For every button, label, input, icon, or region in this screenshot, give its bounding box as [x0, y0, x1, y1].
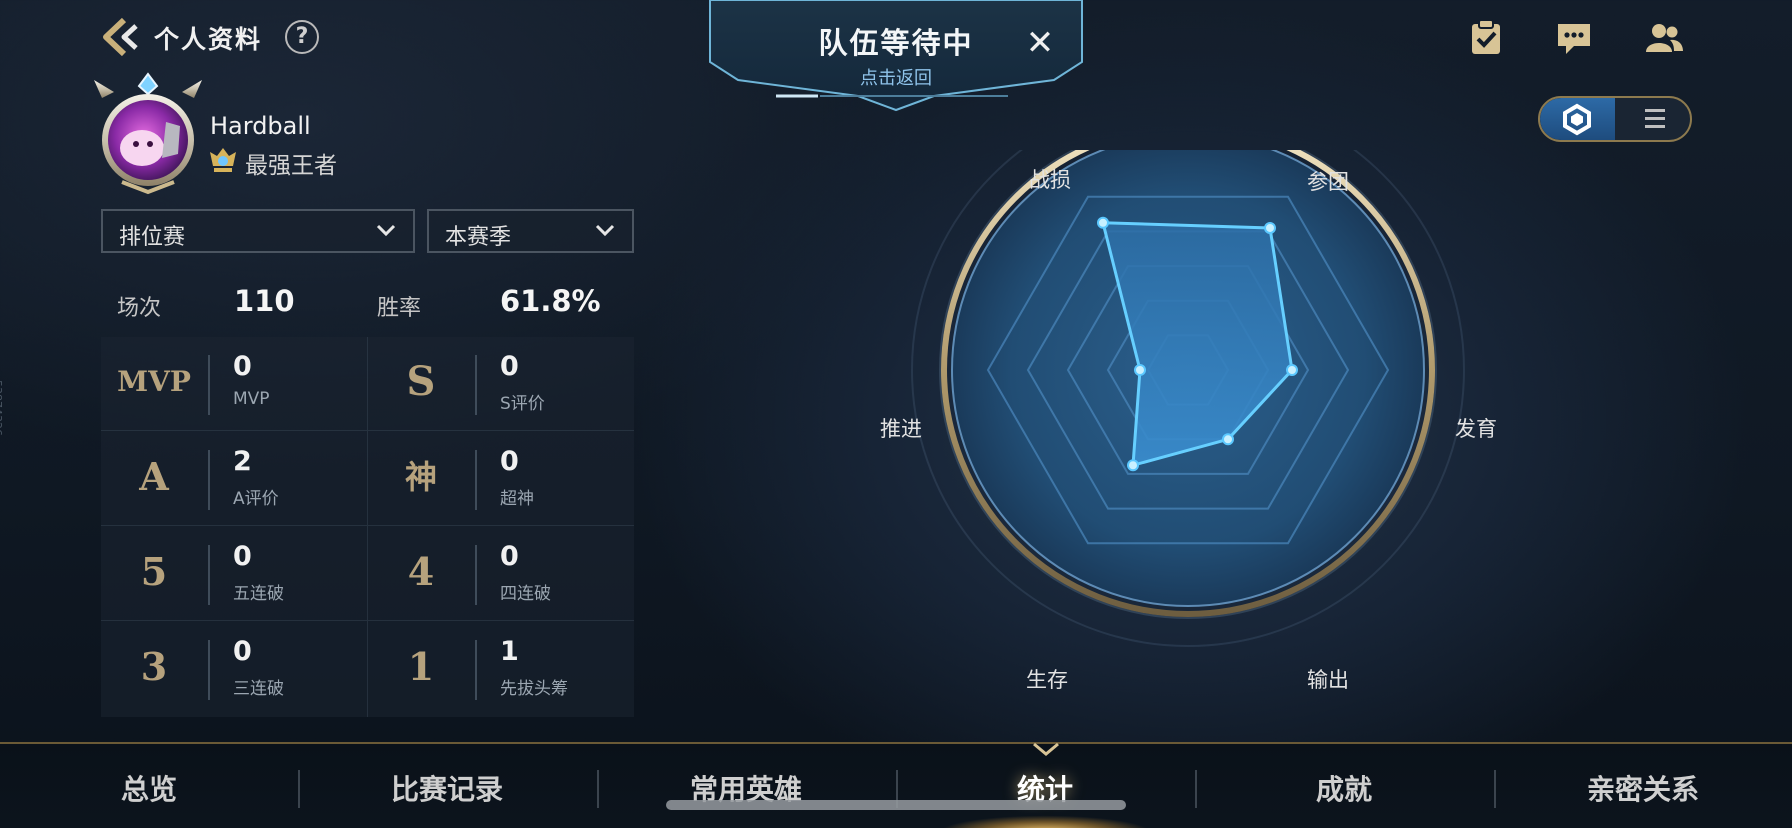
stat-value: 2 — [233, 446, 252, 477]
back-button[interactable] — [100, 16, 142, 58]
stat-value: 0 — [500, 446, 519, 477]
friends-icon[interactable] — [1644, 18, 1684, 58]
avatar[interactable] — [92, 70, 204, 196]
winrate-value: 61.8% — [500, 284, 601, 318]
stat-godlike: 神 0 超神 — [368, 432, 634, 526]
stat-value: 0 — [233, 636, 252, 667]
games-label: 场次 — [117, 296, 162, 321]
stat-label: A评价 — [233, 489, 279, 509]
rank-name: 最强王者 — [245, 153, 337, 179]
tab-match-history[interactable]: 比赛记录 — [298, 768, 596, 808]
cell-divider — [475, 545, 477, 605]
help-icon[interactable]: ? — [285, 20, 319, 54]
bottom-nav: 总览 比赛记录 常用英雄 统计 成就 亲密关系 — [0, 742, 1792, 828]
penta-kill-icon: 5 — [140, 549, 168, 594]
s-rating-icon: S — [406, 358, 436, 405]
a-rating-icon: A — [139, 454, 169, 499]
stat-quadra-kill: 4 0 四连破 — [368, 527, 634, 621]
winrate-label: 胜率 — [377, 296, 422, 321]
radar-chart — [911, 150, 1465, 647]
triple-kill-icon: 3 — [140, 644, 168, 689]
team-banner-return-link[interactable]: 点击返回 — [708, 64, 1084, 90]
cell-divider — [475, 450, 477, 510]
stats-grid: MVP 0 MVP S 0 S评价 A 2 A评价 神 0 超神 5 0 五连破… — [101, 337, 634, 717]
tab-intimate-relations[interactable]: 亲密关系 — [1494, 768, 1792, 808]
radar-label-shuchu: 输出 — [1307, 668, 1349, 692]
cell-divider — [208, 355, 210, 415]
radar-point-5 — [1134, 364, 1146, 376]
tab-overview[interactable]: 总览 — [0, 768, 298, 808]
stat-value: 0 — [233, 351, 252, 382]
first-blood-icon: 1 — [407, 644, 435, 689]
back-arrow-icon — [103, 17, 138, 57]
list-icon — [1645, 109, 1665, 128]
radar-label-tuijin: 推进 — [880, 417, 922, 441]
cell-divider — [208, 545, 210, 605]
quadra-kill-icon: 4 — [407, 549, 435, 594]
stat-a-rating: A 2 A评价 — [101, 432, 367, 526]
godlike-icon: 神 — [404, 458, 437, 496]
radar-label-shengcun: 生存 — [1026, 668, 1068, 692]
radar-view-option[interactable] — [1540, 98, 1615, 140]
player-name: Hardball — [210, 112, 311, 140]
stat-mvp: MVP 0 MVP — [101, 337, 367, 431]
mvp-icon: MVP — [117, 365, 191, 398]
stat-label: MVP — [233, 389, 270, 409]
radar-label-zhansun: 战损 — [1029, 168, 1071, 192]
list-view-option[interactable] — [1617, 98, 1690, 140]
task-clipboard-icon[interactable] — [1466, 18, 1506, 58]
stat-value: 1 — [500, 636, 519, 667]
cell-divider — [208, 450, 210, 510]
cell-divider — [475, 355, 477, 415]
stat-label: 先拔头筹 — [500, 679, 568, 699]
chat-message-icon[interactable] — [1554, 18, 1594, 58]
rank-badge-icon — [208, 146, 238, 174]
stat-label: 超神 — [500, 489, 534, 509]
home-indicator[interactable] — [666, 800, 1126, 810]
stat-label: 五连破 — [233, 584, 284, 604]
radar-point-2 — [1286, 364, 1298, 376]
side-id-text: 53874326 — [0, 380, 4, 436]
season-dropdown[interactable]: 本赛季 — [427, 209, 634, 253]
page-title: 个人资料 — [154, 25, 263, 54]
radar-point-1 — [1264, 221, 1276, 234]
radar-point-4 — [1127, 459, 1139, 472]
stat-value: 0 — [500, 541, 519, 572]
radar-label-fayu: 发育 — [1455, 417, 1497, 441]
mode-dropdown[interactable]: 排位赛 — [101, 209, 415, 253]
cell-divider — [208, 640, 210, 700]
stat-triple-kill: 3 0 三连破 — [101, 622, 367, 716]
stat-first-blood: 1 1 先拔头筹 — [368, 622, 634, 716]
view-toggle[interactable] — [1538, 96, 1692, 142]
radar-label-cantuan: 参团 — [1307, 170, 1349, 194]
stat-value: 0 — [233, 541, 252, 572]
chevron-down-icon — [376, 224, 396, 237]
chevron-down-icon — [595, 224, 615, 237]
season-dropdown-value: 本赛季 — [445, 225, 512, 250]
team-waiting-banner[interactable]: 队伍等待中 点击返回 ✕ — [708, 0, 1084, 112]
close-icon[interactable]: ✕ — [1023, 26, 1057, 60]
stat-s-rating: S 0 S评价 — [368, 337, 634, 431]
stat-penta-kill: 5 0 五连破 — [101, 527, 367, 621]
stat-label: 三连破 — [233, 679, 284, 699]
stat-value: 0 — [500, 351, 519, 382]
stat-label: S评价 — [500, 394, 545, 414]
hexagon-radar-icon — [1563, 103, 1591, 136]
mode-dropdown-value: 排位赛 — [119, 225, 186, 250]
games-value: 110 — [234, 284, 295, 318]
cell-divider — [475, 640, 477, 700]
radar-point-3 — [1222, 433, 1234, 446]
active-tab-caret-icon — [1033, 742, 1059, 756]
tab-achievements[interactable]: 成就 — [1195, 768, 1493, 808]
stat-label: 四连破 — [500, 584, 551, 604]
radar-point-0 — [1097, 216, 1109, 229]
